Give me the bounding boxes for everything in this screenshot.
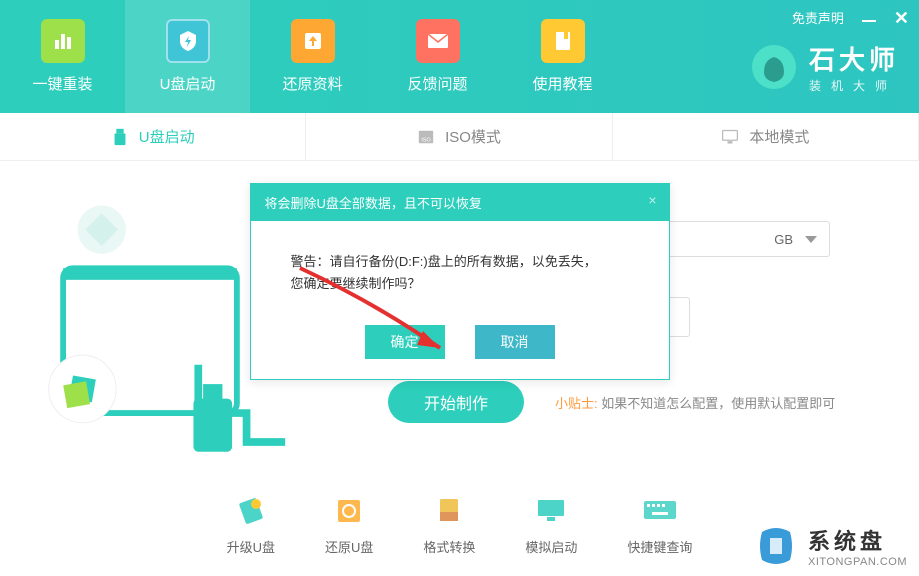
modal-body: 警告：请自行备份(D:F:)盘上的所有数据，以免丢失， 您确定要继续制作吗？ [251,221,669,315]
modal-overlay: 将会删除U盘全部数据，且不可以恢复 × 警告：请自行备份(D:F:)盘上的所有数… [0,0,919,576]
watermark: 系统盘 XITONGPAN.COM [740,516,919,576]
confirm-dialog: 将会删除U盘全部数据，且不可以恢复 × 警告：请自行备份(D:F:)盘上的所有数… [250,183,670,380]
modal-title: 将会删除U盘全部数据，且不可以恢复 [265,196,482,211]
modal-warning-line1: 警告：请自行备份(D:F:)盘上的所有数据，以免丢失， [291,251,629,273]
modal-warning-line2: 您确定要继续制作吗？ [291,273,629,295]
cancel-button[interactable]: 取消 [475,325,555,359]
watermark-logo-icon [752,522,800,570]
watermark-url: XITONGPAN.COM [808,556,907,568]
modal-close-button[interactable]: × [648,192,656,208]
watermark-title: 系统盘 [808,524,907,556]
modal-header: 将会删除U盘全部数据，且不可以恢复 × [251,184,669,221]
confirm-button[interactable]: 确定 [365,325,445,359]
modal-footer: 确定 取消 [251,315,669,379]
